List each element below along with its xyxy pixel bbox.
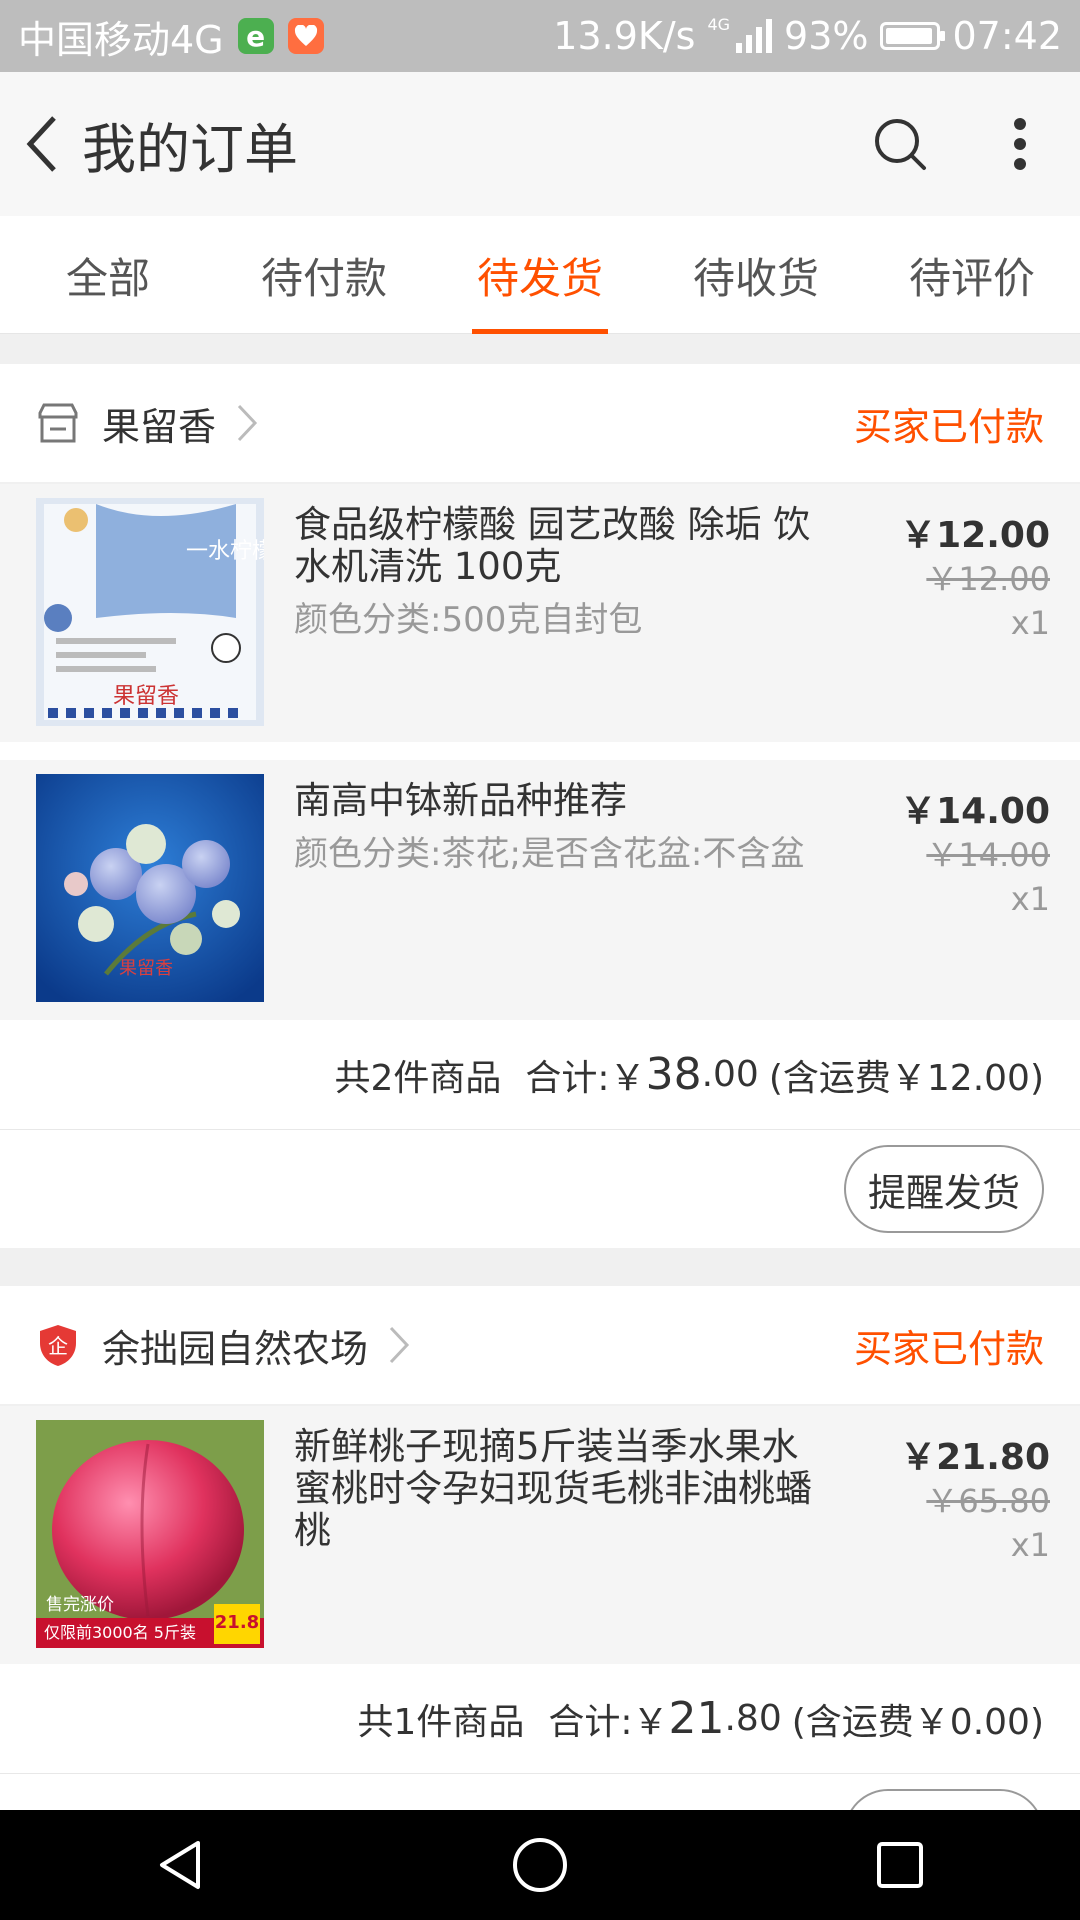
order-summary: 共1件商品 合计: ￥ 21 .80 (含运费￥0.00) bbox=[0, 1664, 1080, 1774]
product-quantity: x1 bbox=[1010, 880, 1050, 918]
shipping-fee: (含运费￥12.00) bbox=[768, 1057, 1044, 1099]
system-nav-bar bbox=[0, 1810, 1080, 1920]
total-amount-int: 21 bbox=[668, 1693, 725, 1744]
total-label: 合计: bbox=[525, 1057, 610, 1099]
network-type: 4G bbox=[707, 14, 731, 34]
product-image-citric-acid: 一水柠檬酸 果留香 bbox=[36, 498, 264, 726]
chevron-left-icon bbox=[26, 116, 56, 172]
product-image-blueberry: 果留香 bbox=[36, 774, 264, 1002]
chevron-right-icon bbox=[237, 404, 258, 442]
total-amount-dec: .00 bbox=[701, 1054, 759, 1095]
network-speed: 13.9K/s bbox=[553, 14, 696, 58]
store-icon bbox=[38, 403, 78, 443]
page-title: 我的订单 bbox=[82, 117, 298, 181]
product-price: ￥12.00 bbox=[900, 515, 1050, 556]
shop-row[interactable]: 企 余拙园自然农场 买家已付款 bbox=[0, 1286, 1080, 1404]
nav-back-button[interactable] bbox=[125, 1810, 235, 1920]
thumb-brand: 果留香 bbox=[119, 958, 173, 979]
order-card: 果留香 买家已付款 一水柠檬酸 果留香 食品级柠檬酸 园艺改 bbox=[0, 364, 1080, 1248]
tab-pending-payment[interactable]: 待付款 bbox=[216, 216, 432, 334]
product-price: ￥14.00 bbox=[900, 791, 1050, 832]
total-amount-int: 38 bbox=[645, 1049, 702, 1100]
order-card: 企 余拙园自然农场 买家已付款 售完涨价 仅限前3000名 5斤装 21.8 新 bbox=[0, 1286, 1080, 1892]
battery-percent: 93% bbox=[784, 14, 869, 58]
health-app-icon bbox=[287, 18, 324, 54]
total-amount-dec: .80 bbox=[724, 1698, 782, 1739]
product-title: 南高中钵新品种推荐 bbox=[294, 779, 627, 822]
product-original-price: ￥12.00 bbox=[926, 560, 1050, 598]
clock: 07:42 bbox=[952, 14, 1062, 58]
product-original-price: ￥65.80 bbox=[926, 1482, 1050, 1520]
tab-pending-shipment[interactable]: 待发货 bbox=[432, 216, 648, 334]
item-count: 共2件商品 bbox=[334, 1057, 502, 1099]
search-button[interactable] bbox=[840, 84, 960, 204]
product-title: 食品级柠檬酸 园艺改酸 除垢 饮水机清洗 100克 bbox=[294, 503, 811, 588]
signal-icon bbox=[736, 19, 773, 53]
remind-shipment-button[interactable]: 提醒发货 bbox=[844, 1145, 1044, 1233]
total-label: 合计: bbox=[548, 1701, 633, 1743]
order-actions: 提醒发货 bbox=[0, 1130, 1080, 1248]
shipping-fee: (含运费￥0.00) bbox=[791, 1701, 1044, 1743]
thumb-promo: 售完涨价 bbox=[46, 1595, 114, 1615]
thumb-promo2: 仅限前3000名 5斤装 bbox=[44, 1623, 196, 1642]
tab-pending-review[interactable]: 待评价 bbox=[864, 216, 1080, 334]
browser-app-icon: e bbox=[237, 18, 274, 54]
svg-text:企: 企 bbox=[48, 1334, 68, 1358]
product-sku: 颜色分类:茶花;是否含花盆:不含盆 bbox=[294, 834, 805, 874]
chevron-right-icon bbox=[389, 1326, 410, 1364]
product-original-price: ￥14.00 bbox=[926, 836, 1050, 874]
order-status: 买家已付款 bbox=[853, 1326, 1044, 1371]
product-quantity: x1 bbox=[1010, 604, 1050, 642]
item-count: 共1件商品 bbox=[357, 1701, 525, 1743]
thumb-price: 21.8 bbox=[215, 1612, 259, 1633]
thumb-label: 一水柠檬酸 bbox=[186, 539, 264, 564]
product-quantity: x1 bbox=[1010, 1526, 1050, 1564]
triangle-back-icon bbox=[160, 1841, 200, 1889]
app-header: 我的订单 bbox=[0, 72, 1080, 216]
square-recents-icon bbox=[877, 1842, 923, 1888]
status-bar: 中国移动4G e 13.9K/s 4G 93% 07:42 bbox=[0, 0, 1080, 72]
more-button[interactable] bbox=[960, 84, 1080, 204]
nav-home-button[interactable] bbox=[485, 1810, 595, 1920]
battery-icon bbox=[880, 22, 946, 50]
enterprise-shield-icon: 企 bbox=[40, 1325, 76, 1366]
order-item[interactable]: 一水柠檬酸 果留香 食品级柠檬酸 园艺改酸 除垢 饮水机清洗 100克 颜色分类… bbox=[0, 482, 1080, 742]
nav-recents-button[interactable] bbox=[845, 1810, 955, 1920]
shop-row[interactable]: 果留香 买家已付款 bbox=[0, 364, 1080, 482]
thumb-brand: 果留香 bbox=[113, 684, 179, 709]
product-price: ￥21.80 bbox=[900, 1437, 1050, 1478]
carrier-label: 中国移动4G bbox=[18, 17, 224, 62]
order-item[interactable]: 售完涨价 仅限前3000名 5斤装 21.8 新鲜桃子现摘5斤装当季水果水蜜桃时… bbox=[0, 1404, 1080, 1664]
circle-home-icon bbox=[513, 1838, 567, 1892]
shop-name: 余拙园自然农场 bbox=[102, 1326, 369, 1371]
product-image-peach: 售完涨价 仅限前3000名 5斤装 21.8 bbox=[36, 1420, 264, 1648]
back-button[interactable] bbox=[10, 72, 74, 216]
more-vertical-icon bbox=[1014, 118, 1026, 170]
product-title: 新鲜桃子现摘5斤装当季水果水蜜桃时令孕妇现货毛桃非油桃蟠桃 bbox=[294, 1425, 812, 1552]
total-currency: ￥ bbox=[632, 1701, 669, 1743]
shop-name: 果留香 bbox=[102, 404, 217, 449]
search-icon bbox=[875, 119, 926, 170]
order-summary: 共2件商品 合计: ￥ 38 .00 (含运费￥12.00) bbox=[0, 1020, 1080, 1130]
total-currency: ￥ bbox=[609, 1057, 646, 1099]
order-item[interactable]: 果留香 南高中钵新品种推荐 颜色分类:茶花;是否含花盆:不含盆 ￥14.00 ￥… bbox=[0, 760, 1080, 1020]
tab-pending-receipt[interactable]: 待收货 bbox=[648, 216, 864, 334]
tab-all[interactable]: 全部 bbox=[0, 216, 216, 334]
order-tabs: 全部 待付款 待发货 待收货 待评价 bbox=[0, 216, 1080, 334]
product-sku: 颜色分类:500克自封包 bbox=[294, 600, 643, 640]
order-status: 买家已付款 bbox=[853, 404, 1044, 449]
